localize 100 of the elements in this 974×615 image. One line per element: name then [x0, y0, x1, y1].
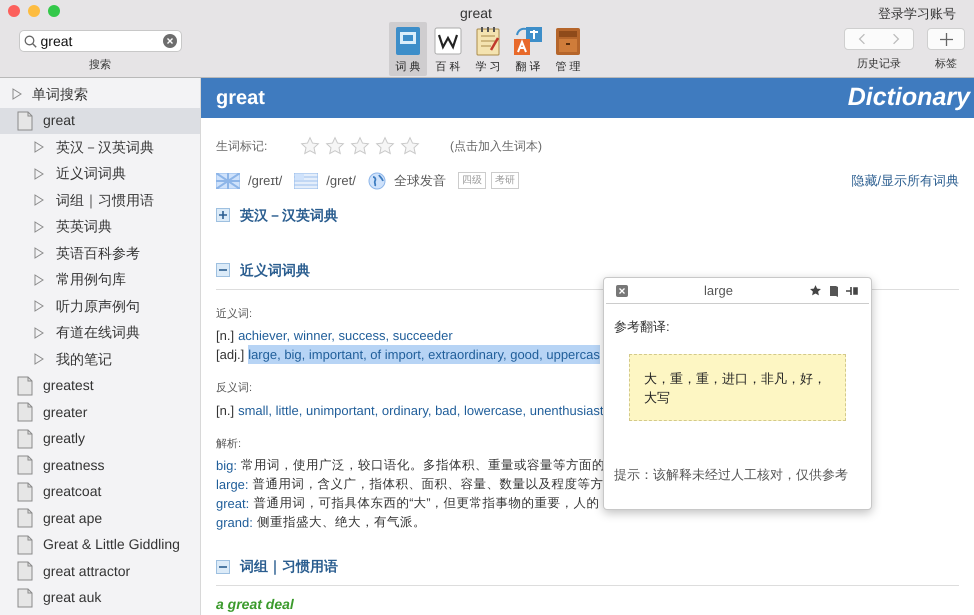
- headword: great: [216, 86, 265, 111]
- account-link[interactable]: 登录学习账号: [878, 4, 956, 24]
- section-title[interactable]: 英汉－汉英词典: [240, 204, 338, 226]
- star-icon[interactable]: [350, 136, 370, 156]
- flag-icon[interactable]: [294, 172, 318, 188]
- document-icon: [17, 561, 33, 582]
- disclosure-triangle-icon[interactable]: [34, 326, 44, 339]
- star-icon[interactable]: [400, 136, 420, 156]
- disclosure-triangle-icon[interactable]: [34, 194, 44, 206]
- star-icon[interactable]: [325, 136, 345, 156]
- document-icon: [17, 376, 33, 396]
- sidebar-item[interactable]: great: [0, 108, 200, 134]
- popup-title: large: [703, 282, 734, 300]
- translation-hint: 提示：该解释未经过人工核对，仅供参考: [614, 466, 849, 484]
- document-icon: [17, 508, 33, 528]
- disclosure-triangle-icon[interactable]: [34, 353, 44, 366]
- disclosure-triangle-icon[interactable]: [34, 168, 44, 180]
- part-of-speech: [adj.]: [216, 346, 244, 364]
- document-icon: [17, 428, 33, 449]
- toolbar-tab[interactable]: 学 习: [469, 22, 507, 76]
- zoom-button[interactable]: [48, 5, 60, 17]
- close-icon[interactable]: [616, 284, 628, 296]
- sidebar-item[interactable]: 听力原声例句: [0, 293, 200, 320]
- analysis-term: big:: [216, 457, 237, 475]
- star-icon[interactable]: [300, 136, 320, 156]
- level-tag: 四级: [458, 172, 486, 189]
- word-list: large, big, important, of import, extraordinary, good, uppercas: [248, 345, 600, 364]
- sidebar-item[interactable]: greatly: [0, 426, 200, 452]
- sidebar-item[interactable]: 常用例句库: [0, 266, 200, 293]
- document-icon: [17, 588, 33, 608]
- part-of-speech: [n.]: [216, 327, 234, 345]
- toolbar-tab[interactable]: 翻 译: [509, 22, 547, 76]
- sidebar-item[interactable]: Great & Little Giddling: [0, 532, 200, 558]
- word-mark-label: 生词标记:: [216, 138, 268, 154]
- document-icon: [17, 482, 33, 502]
- analysis-text: 普通用词，含义广，指体积、面积、容量、数量以及程度等方: [252, 476, 604, 493]
- history-label: 历史记录: [857, 57, 901, 72]
- add-bookmark-button[interactable]: [927, 28, 965, 50]
- analysis-text: 普通用词，可指具体东西的“大”，但更常指事物的重要，人的: [253, 495, 600, 512]
- sidebar-item[interactable]: greatness: [0, 452, 200, 478]
- antonyms-label: 反义词:: [216, 380, 252, 396]
- sidebar-item[interactable]: 单词搜索: [0, 81, 200, 108]
- wiki-icon: [434, 26, 462, 56]
- sidebar-item[interactable]: 英汉－汉英词典: [0, 134, 200, 160]
- disclosure-triangle-icon[interactable]: [34, 141, 44, 154]
- star-icon[interactable]: [375, 136, 395, 156]
- toolbar-tab[interactable]: 词 典: [389, 22, 427, 76]
- search-icon: [24, 34, 36, 48]
- translate-icon: [513, 26, 543, 56]
- clear-icon[interactable]: [162, 34, 176, 48]
- flag-icon[interactable]: [216, 172, 240, 188]
- star-rating[interactable]: [300, 136, 420, 156]
- sidebar-item[interactable]: greater: [0, 399, 200, 426]
- disclosure-triangle-icon[interactable]: [12, 88, 22, 100]
- disclosure-triangle-icon[interactable]: [34, 274, 44, 286]
- book-icon: [394, 26, 422, 56]
- star-icon[interactable]: [809, 284, 822, 297]
- synonyms-label: 近义词:: [216, 306, 252, 322]
- pin-icon[interactable]: [846, 284, 859, 296]
- document-icon: [17, 402, 33, 422]
- sidebar-item[interactable]: 我的笔记: [0, 346, 200, 372]
- word-list: achiever, winner, success, succeeder: [238, 326, 453, 345]
- collapse-icon[interactable]: [216, 263, 230, 277]
- drawer-icon: [554, 26, 582, 56]
- section-title[interactable]: 词组｜习惯用语: [240, 556, 338, 577]
- window-title: great: [460, 4, 492, 23]
- analysis-text: 侧重指盛大、绝大，有气派。: [256, 514, 426, 531]
- sidebar-item[interactable]: 有道在线词典: [0, 320, 200, 346]
- toggle-dictionaries-link[interactable]: 隐藏/显示所有词典: [851, 170, 959, 190]
- sidebar-item[interactable]: 近义词词典: [0, 160, 200, 187]
- analysis-term: grand:: [216, 514, 253, 532]
- document-icon: [17, 110, 33, 131]
- sidebar-item[interactable]: great attractor: [0, 558, 200, 584]
- part-of-speech: [n.]: [216, 402, 234, 420]
- globe-icon[interactable]: [368, 172, 386, 190]
- toolbar-tab[interactable]: 管 理: [549, 22, 587, 76]
- close-window-button[interactable]: [8, 5, 20, 17]
- search-label: 搜索: [89, 58, 111, 73]
- disclosure-triangle-icon[interactable]: [34, 220, 44, 233]
- level-tag: 考研: [490, 172, 519, 189]
- pronunciation: /greɪt/: [248, 172, 282, 190]
- collapse-icon[interactable]: [216, 560, 230, 574]
- notepad-icon: [474, 26, 502, 56]
- search-field[interactable]: great: [18, 30, 182, 52]
- sidebar-item[interactable]: greatcoat: [0, 478, 200, 505]
- disclosure-triangle-icon[interactable]: [34, 247, 44, 260]
- sidebar-item[interactable]: 英英词典: [0, 214, 200, 240]
- disclosure-triangle-icon[interactable]: [34, 300, 44, 312]
- section-title[interactable]: 近义词词典: [240, 260, 310, 280]
- expand-icon[interactable]: [216, 208, 230, 222]
- sidebar-item[interactable]: great ape: [0, 505, 200, 532]
- dictionary-brand: Dictionary: [848, 82, 970, 113]
- sidebar-item[interactable]: 词组｜习惯用语: [0, 187, 200, 214]
- sidebar-item[interactable]: great auk: [0, 584, 200, 611]
- pronunciation: /gret/: [326, 172, 356, 190]
- sidebar-item[interactable]: greatest: [0, 372, 200, 399]
- analysis-term: great:: [216, 495, 250, 513]
- sidebar-item[interactable]: 英语百科参考: [0, 240, 200, 266]
- toolbar-tab[interactable]: 百 科: [429, 22, 467, 76]
- book-icon[interactable]: [829, 284, 839, 296]
